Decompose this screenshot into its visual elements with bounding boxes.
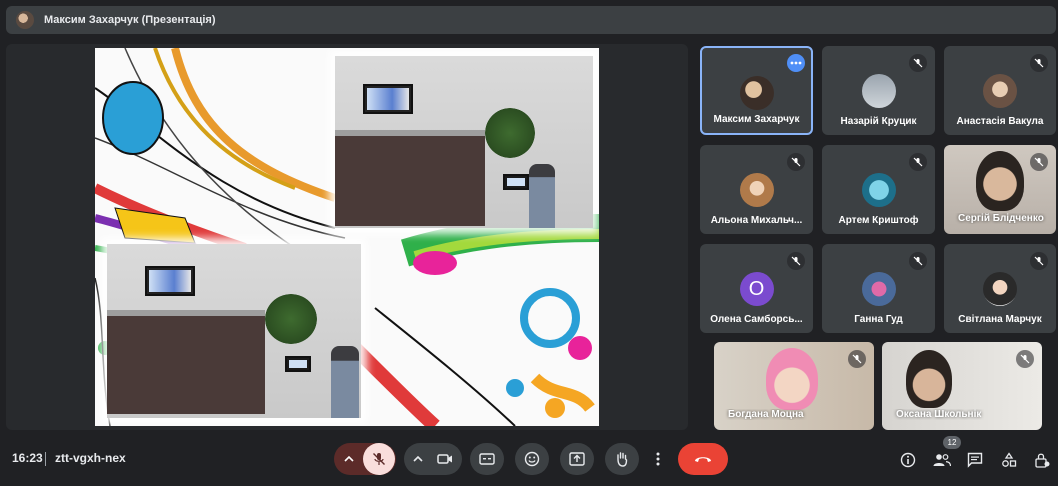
- end-call-button[interactable]: [678, 443, 728, 475]
- present-button[interactable]: [560, 443, 594, 475]
- videocam-icon: [437, 454, 452, 464]
- participant-name: Сергій Блідченко: [958, 213, 1044, 224]
- emoji-icon: [524, 451, 540, 467]
- chevron-up-icon: [344, 456, 354, 462]
- presentation-stage: [6, 44, 688, 430]
- participant-video-tile[interactable]: Оксана Школьнік: [882, 342, 1042, 430]
- participant-name: Максим Захарчук: [713, 114, 800, 125]
- captions-button[interactable]: [470, 443, 504, 475]
- mic-off-icon: [848, 350, 866, 368]
- participant-video-tile[interactable]: Богдана Моцна: [714, 342, 874, 430]
- activities-button[interactable]: [999, 450, 1019, 470]
- more-options-button[interactable]: [648, 443, 668, 475]
- participant-tile[interactable]: Альона Михальч...: [700, 145, 813, 234]
- participant-name: Анастасія Вакула: [956, 116, 1044, 127]
- mic-off-icon: [1030, 153, 1048, 171]
- people-button[interactable]: [932, 450, 952, 470]
- participant-name: Богдана Моцна: [728, 409, 804, 420]
- info-icon: [900, 452, 916, 468]
- meeting-code: ztt-vgxh-nex: [55, 451, 126, 465]
- meeting-details-button[interactable]: [898, 450, 918, 470]
- video-settings-chevron[interactable]: [406, 443, 430, 475]
- activities-icon: [1002, 452, 1017, 467]
- participant-name: Артем Криштоф: [838, 215, 919, 226]
- mic-toggle-button[interactable]: [363, 443, 395, 475]
- mic-off-icon: [909, 153, 927, 171]
- participant-name: Світлана Марчук: [958, 314, 1042, 325]
- chat-button[interactable]: [965, 450, 985, 470]
- present-screen-icon: [569, 452, 585, 466]
- avatar: [739, 173, 774, 207]
- mic-off-icon: [373, 453, 385, 465]
- host-controls-icon: [1035, 453, 1050, 468]
- participant-tile[interactable]: Світлана Марчук: [944, 244, 1056, 333]
- presenter-avatar: [16, 11, 34, 29]
- raise-hand-icon: [617, 452, 628, 467]
- closed-caption-icon: [479, 453, 495, 465]
- host-controls-button[interactable]: [1032, 450, 1052, 470]
- participant-tile[interactable]: О Олена Самборсь...: [700, 244, 813, 333]
- participant-name: Оксана Школьнік: [896, 409, 982, 420]
- mic-off-icon: [787, 153, 805, 171]
- participant-name: Ганна Гуд: [854, 314, 903, 325]
- mic-off-icon: [1016, 350, 1034, 368]
- avatar: [983, 74, 1017, 108]
- avatar: [861, 74, 896, 108]
- participant-video-tile[interactable]: Сергій Блідченко: [944, 145, 1056, 234]
- participant-name: Назарій Круцик: [840, 116, 917, 127]
- presenter-title: Максим Захарчук (Презентація): [44, 14, 216, 26]
- letter-avatar: О: [739, 272, 774, 306]
- more-horiz-icon: [790, 61, 802, 65]
- call-end-icon: [695, 457, 711, 462]
- people-icon: [933, 454, 951, 467]
- avatar: [861, 173, 896, 207]
- mic-off-icon: [909, 54, 927, 72]
- participant-tile[interactable]: Анастасія Вакула: [944, 46, 1056, 135]
- divider: [45, 452, 46, 466]
- classroom-photo-top: [335, 56, 593, 228]
- participant-video: [766, 348, 818, 410]
- more-vert-icon: [656, 452, 660, 466]
- mic-off-icon: [1030, 54, 1048, 72]
- mic-off-icon: [1030, 252, 1048, 270]
- audio-settings-chevron[interactable]: [335, 443, 363, 475]
- avatar: [861, 272, 896, 306]
- chat-icon: [967, 452, 983, 468]
- mic-off-icon: [909, 252, 927, 270]
- chevron-up-icon: [413, 456, 423, 462]
- classroom-photo-bottom: [107, 244, 361, 418]
- reactions-button[interactable]: [515, 443, 549, 475]
- mic-off-icon: [787, 252, 805, 270]
- avatar: [739, 76, 774, 110]
- participant-tile[interactable]: Ганна Гуд: [822, 244, 935, 333]
- participant-tile[interactable]: Назарій Круцик: [822, 46, 935, 135]
- raise-hand-button[interactable]: [605, 443, 639, 475]
- avatar: [983, 272, 1017, 306]
- presentation-slide: [95, 48, 599, 426]
- participant-count-badge: 12: [943, 436, 961, 449]
- camera-toggle-button[interactable]: [430, 443, 460, 475]
- participant-video: [906, 350, 952, 408]
- meeting-clock: 16:23: [12, 451, 43, 465]
- participant-name: Олена Самборсь...: [710, 314, 803, 325]
- participant-tile[interactable]: Артем Криштоф: [822, 145, 935, 234]
- participant-name: Альона Михальч...: [710, 215, 803, 226]
- more-options-button[interactable]: [787, 54, 805, 72]
- mic-control-group: [334, 443, 396, 475]
- participant-tile[interactable]: Максим Захарчук: [700, 46, 813, 135]
- camera-control-group: [404, 443, 462, 475]
- participant-video: [976, 151, 1024, 211]
- presenter-bar: Максим Захарчук (Презентація): [6, 6, 1056, 34]
